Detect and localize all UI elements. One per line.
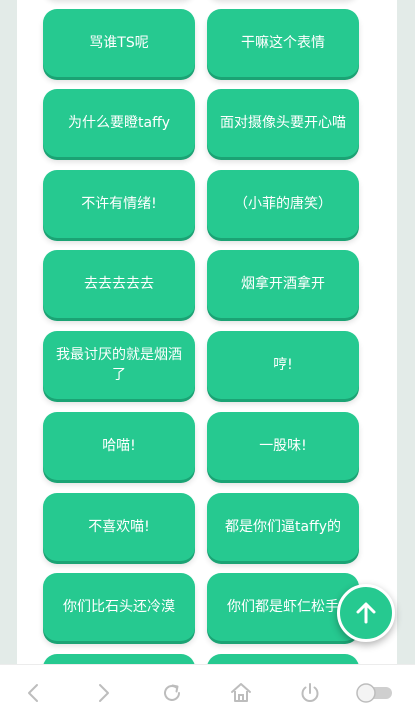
sound-button[interactable]: 你们比石头还冷漠 (43, 573, 195, 641)
reload-button[interactable] (158, 679, 186, 707)
sound-button[interactable]: 干嘛这个表情 (207, 9, 359, 77)
sound-button[interactable]: 一股味! (207, 412, 359, 480)
sound-button[interactable]: 去去去去去 (43, 250, 195, 318)
sound-button[interactable]: 烟拿开酒拿开 (207, 250, 359, 318)
sound-button[interactable] (43, 654, 195, 664)
browser-navbar (0, 664, 415, 721)
sound-button[interactable]: 哈喵! (43, 412, 195, 480)
sound-button[interactable]: 为什么要瞪taffy (43, 89, 195, 157)
toggle-switch[interactable] (353, 679, 397, 707)
back-button[interactable] (20, 679, 48, 707)
power-icon (301, 683, 319, 702)
sound-button[interactable]: 面对摄像头要开心喵 (207, 89, 359, 157)
sound-button[interactable]: 骂谁TS呢 (43, 9, 195, 77)
sound-button[interactable]: （小菲的唐笑） (207, 170, 359, 238)
sound-button[interactable]: 哼! (207, 331, 359, 399)
arrow-up-icon (356, 602, 376, 624)
sound-button[interactable]: 我最讨厌的就是烟酒了 (43, 331, 195, 399)
sound-button[interactable]: 你们都是虾仁松手 (207, 573, 359, 641)
scroll-to-top-button[interactable] (337, 584, 395, 642)
toggle-icon (356, 683, 392, 703)
reload-icon (164, 684, 180, 701)
page-content: 骂谁TS呢 干嘛这个表情 为什么要瞪taffy 面对摄像头要开心喵 不许有情绪!… (17, 0, 397, 664)
power-button[interactable] (296, 679, 324, 707)
sound-button[interactable]: 都是你们逼taffy的 (207, 493, 359, 561)
forward-button[interactable] (89, 679, 117, 707)
sound-button[interactable]: 不许有情绪! (43, 170, 195, 238)
home-button[interactable] (227, 679, 255, 707)
sound-button[interactable]: 不喜欢喵! (43, 493, 195, 561)
home-icon (231, 683, 251, 702)
forward-icon (99, 684, 109, 702)
back-icon (28, 684, 38, 702)
sound-button[interactable] (207, 654, 359, 664)
